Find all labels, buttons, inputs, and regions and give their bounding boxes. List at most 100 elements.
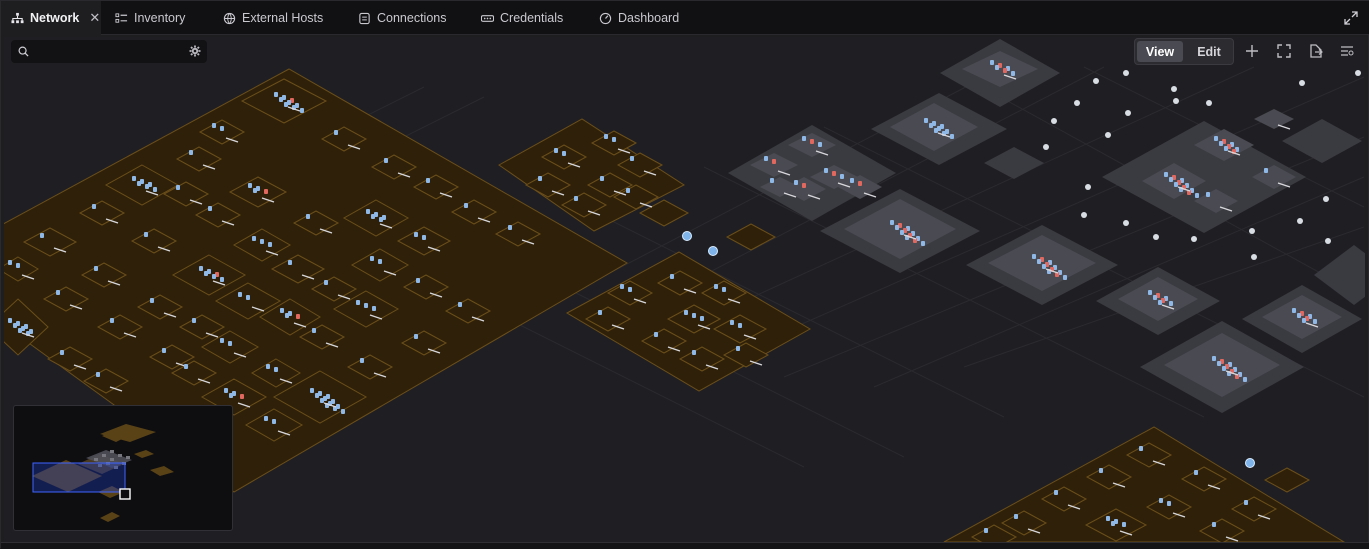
device-group[interactable] [1282, 119, 1362, 163]
external-host-icon[interactable] [1081, 212, 1087, 218]
view-mode-button[interactable]: View [1137, 41, 1183, 62]
host-node-icon[interactable] [40, 233, 44, 238]
host-node-icon[interactable] [1217, 361, 1221, 366]
host-node-icon[interactable] [1212, 522, 1216, 527]
host-node-icon[interactable] [334, 130, 338, 135]
fullscreen-icon[interactable] [1277, 44, 1291, 58]
host-node-icon[interactable] [153, 187, 157, 192]
external-host-icon[interactable] [1251, 254, 1257, 260]
host-node-icon[interactable] [730, 320, 734, 325]
host-node-icon[interactable] [252, 236, 256, 241]
close-icon[interactable]: ✕ [89, 10, 100, 26]
host-node-icon[interactable] [1313, 319, 1317, 324]
host-node-icon[interactable] [60, 350, 64, 355]
host-node-icon[interactable] [1054, 490, 1058, 495]
host-node-icon[interactable] [372, 306, 376, 311]
host-node-icon[interactable] [288, 260, 292, 265]
host-node-icon[interactable] [738, 323, 742, 328]
add-icon[interactable] [1245, 44, 1259, 58]
host-node-icon[interactable] [1302, 318, 1306, 323]
host-node-icon[interactable] [414, 334, 418, 339]
host-node-icon[interactable] [144, 232, 148, 237]
tab-external-hosts[interactable]: External Hosts [213, 1, 345, 35]
host-node-icon[interactable] [1139, 446, 1143, 451]
host-node-icon[interactable] [1153, 295, 1157, 300]
host-node-icon[interactable] [1224, 146, 1228, 151]
host-node-icon[interactable] [810, 139, 814, 144]
host-node-icon[interactable] [8, 260, 12, 265]
external-host-icon[interactable] [1355, 70, 1361, 76]
external-host-icon[interactable] [1051, 118, 1057, 124]
host-node-icon[interactable] [414, 232, 418, 237]
host-node-icon[interactable] [280, 308, 284, 313]
host-node-icon[interactable] [890, 220, 894, 225]
external-host-icon[interactable] [1123, 70, 1129, 76]
host-node-icon[interactable] [150, 298, 154, 303]
host-node-icon[interactable] [921, 241, 925, 246]
host-node-icon[interactable] [260, 239, 264, 244]
host-node-icon[interactable] [310, 388, 314, 393]
host-node-icon[interactable] [1222, 366, 1226, 371]
host-node-icon[interactable] [212, 274, 216, 279]
host-node-icon[interactable] [371, 214, 375, 219]
host-node-icon[interactable] [628, 287, 632, 292]
minimap[interactable] [13, 405, 233, 531]
host-node-icon[interactable] [984, 528, 988, 533]
host-node-icon[interactable] [384, 158, 388, 163]
host-node-icon[interactable] [184, 364, 188, 369]
host-node-icon[interactable] [189, 150, 193, 155]
host-node-icon[interactable] [284, 102, 288, 107]
filter-settings-icon[interactable] [1340, 44, 1354, 58]
tab-credentials[interactable]: Credentials [471, 1, 581, 35]
host-node-icon[interactable] [199, 266, 203, 271]
host-node-icon[interactable] [1206, 192, 1210, 197]
search-input[interactable] [35, 43, 185, 60]
host-node-icon[interactable] [895, 225, 899, 230]
gateway-node-icon[interactable] [682, 231, 692, 241]
host-node-icon[interactable] [1174, 182, 1178, 187]
external-host-icon[interactable] [1123, 220, 1129, 226]
host-node-icon[interactable] [248, 183, 252, 188]
host-node-icon[interactable] [13, 323, 17, 328]
host-node-icon[interactable] [274, 92, 278, 97]
host-node-icon[interactable] [264, 416, 268, 421]
host-node-icon[interactable] [212, 123, 216, 128]
host-node-icon[interactable] [137, 181, 141, 186]
host-node-icon[interactable] [722, 287, 726, 292]
host-node-icon[interactable] [554, 148, 558, 153]
host-node-icon[interactable] [1169, 301, 1173, 306]
host-node-icon[interactable] [228, 341, 232, 346]
host-node-icon[interactable] [274, 367, 278, 372]
host-node-icon[interactable] [56, 290, 60, 295]
host-node-icon[interactable] [858, 181, 862, 186]
host-node-icon[interactable] [950, 134, 954, 139]
host-node-icon[interactable] [204, 271, 208, 276]
host-node-icon[interactable] [422, 235, 426, 240]
host-node-icon[interactable] [192, 318, 196, 323]
host-node-icon[interactable] [220, 126, 224, 131]
host-node-icon[interactable] [132, 176, 136, 181]
host-node-icon[interactable] [1111, 521, 1115, 526]
host-node-icon[interactable] [145, 184, 149, 189]
external-host-icon[interactable] [1173, 98, 1179, 104]
zone-area[interactable] [725, 223, 777, 251]
host-node-icon[interactable] [1159, 498, 1163, 503]
host-node-icon[interactable] [764, 156, 768, 161]
zone-area[interactable] [1263, 467, 1311, 493]
host-node-icon[interactable] [1169, 177, 1173, 182]
host-node-icon[interactable] [684, 310, 688, 315]
expand-icon[interactable] [1344, 11, 1358, 25]
host-node-icon[interactable] [929, 123, 933, 128]
host-node-icon[interactable] [464, 203, 468, 208]
host-node-icon[interactable] [1003, 68, 1007, 73]
host-node-icon[interactable] [229, 393, 233, 398]
host-node-icon[interactable] [341, 409, 345, 414]
external-host-icon[interactable] [1085, 184, 1091, 190]
external-host-icon[interactable] [1153, 234, 1159, 240]
gateway-node-icon[interactable] [708, 246, 718, 256]
host-node-icon[interactable] [246, 295, 250, 300]
host-node-icon[interactable] [1042, 264, 1046, 269]
host-node-icon[interactable] [320, 398, 324, 403]
host-node-icon[interactable] [538, 176, 542, 181]
device-group[interactable] [1314, 245, 1365, 305]
